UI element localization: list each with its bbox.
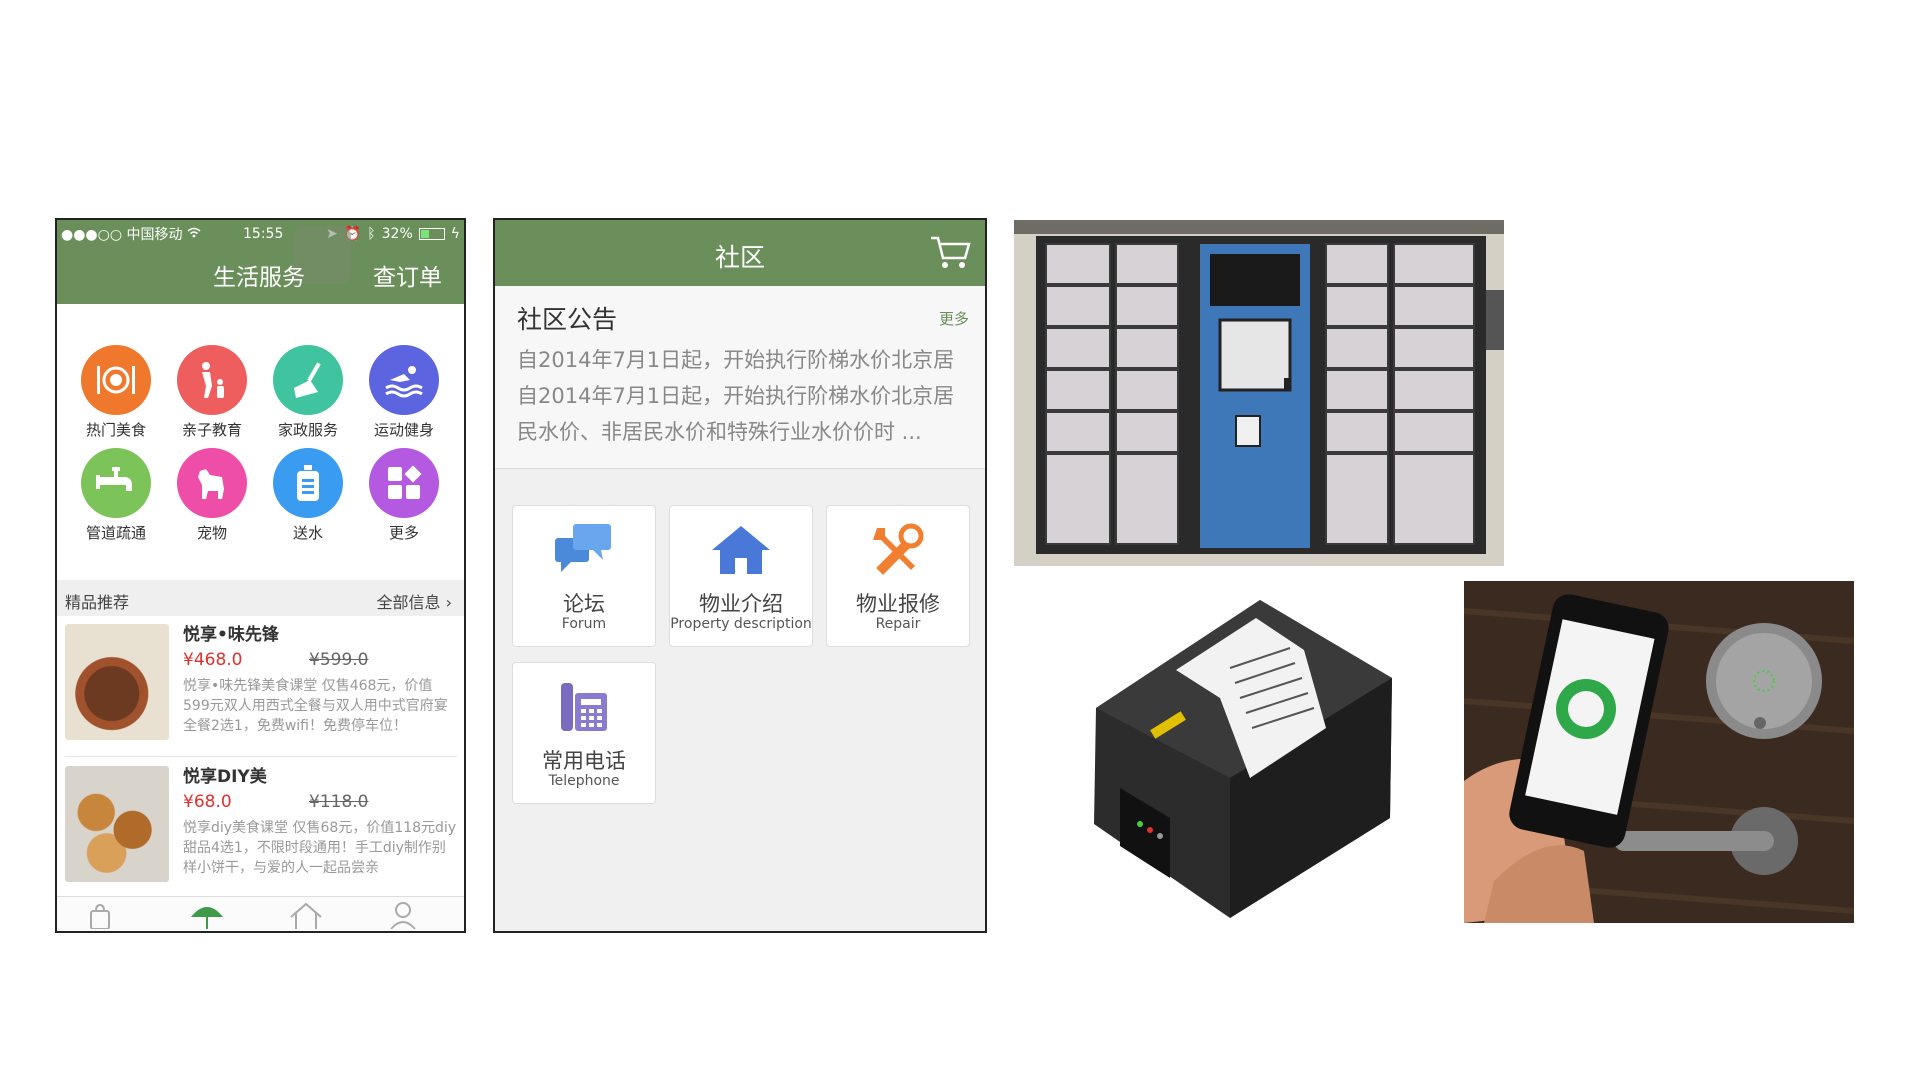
service-label: 亲子教育 [181, 421, 242, 439]
all-info-link[interactable]: 全部信息 › [376, 589, 452, 613]
forum-chat-icon [513, 522, 655, 582]
bluetooth-icon: ᛒ [367, 226, 376, 242]
service-label: 管道疏通 [85, 524, 146, 542]
tile-label-cn: 常用电话 [542, 749, 626, 773]
service-label: 运动健身 [373, 421, 434, 439]
cookies-image [65, 766, 169, 882]
more-link[interactable]: 更多 [939, 308, 969, 329]
service-label: 送水 [292, 524, 323, 542]
tab-shopping-bag-icon[interactable] [87, 903, 113, 931]
service-item-plumbing[interactable]: 管道疏通 [71, 448, 161, 543]
recommend-section-header: 精品推荐 全部信息 › [57, 580, 464, 616]
thermal-receipt-printer-photo [1080, 588, 1400, 928]
steak-dish-image [65, 624, 169, 740]
house-icon [670, 522, 812, 582]
bottom-tab-bar [57, 896, 464, 931]
product-list-item[interactable]: 悦享DIY美 ¥68.0 ¥118.0 悦享diy美食课堂 仅售68元，价值11… [65, 762, 457, 900]
header-bar: ●●●○○ 中国移动 15:55 ➤ ⏰ ᛒ 32% ϟ 生活服务 查订单 [57, 220, 464, 304]
tile-repair[interactable]: 物业报修 Repair [826, 505, 970, 647]
notice-line: 自2014年7月1日起，开始执行阶梯水价北京居 [517, 384, 955, 408]
service-item-pets[interactable]: 宠物 [167, 448, 257, 543]
notice-line: 自2014年7月1日起，开始执行阶梯水价北京居 [517, 348, 955, 372]
faucet-icon [81, 448, 151, 518]
broom-icon [273, 345, 343, 415]
battery-percent: 32% [381, 226, 413, 242]
charging-icon: ϟ [450, 226, 460, 242]
product-name: 悦享•味先锋 [183, 625, 279, 645]
tile-label-en: Property description [670, 616, 812, 632]
water-bottle-icon [273, 448, 343, 518]
tile-label-cn: 论坛 [563, 592, 605, 616]
service-item-food[interactable]: 热门美食 [71, 345, 161, 440]
carrier-label: ●●●○○ 中国移动 [61, 227, 183, 243]
tile-label-en: Forum [561, 616, 607, 632]
telephone-icon [513, 679, 655, 739]
page-title: 生活服务 [213, 265, 305, 291]
notice-line: 民水价、非居民水价和特殊行业水价价时 ... [517, 420, 922, 444]
phone-community-screen: 社区 社区公告 更多 自2014年7月1日起，开始执行阶梯水价北京居 自2014… [493, 218, 987, 933]
parent-child-icon [177, 345, 247, 415]
service-label: 家政服务 [277, 421, 338, 439]
product-price: ¥68.0 [183, 792, 232, 812]
smart-parcel-locker-photo [1014, 220, 1504, 566]
service-label: 更多 [388, 524, 419, 542]
tab-umbrella-icon[interactable] [189, 901, 225, 931]
phone-life-services-screen: ●●●○○ 中国移动 15:55 ➤ ⏰ ᛒ 32% ϟ 生活服务 查订单 热门… [55, 218, 466, 933]
service-item-housekeeping[interactable]: 家政服务 [263, 345, 353, 440]
wifi-icon [187, 226, 201, 242]
tools-icon [827, 522, 969, 582]
tile-label-en: Telephone [548, 773, 620, 789]
tile-label-en: Repair [875, 616, 921, 632]
product-description: 悦享•味先锋美食课堂 仅售468元，价值599元双人用西式全餐与双人用中式官府宴… [183, 678, 448, 734]
tile-label-cn: 物业介绍 [699, 592, 783, 616]
divider [65, 756, 457, 757]
notice-text[interactable]: 自2014年7月1日起，开始执行阶梯水价北京居 自2014年7月1日起，开始执行… [517, 342, 977, 450]
tile-forum[interactable]: 论坛 Forum [512, 505, 656, 647]
community-notice-panel: 社区公告 更多 自2014年7月1日起，开始执行阶梯水价北京居 自2014年7月… [495, 286, 985, 469]
tile-label-cn: 物业报修 [856, 592, 940, 616]
tile-property-description[interactable]: 物业介绍 Property description [669, 505, 813, 647]
service-item-education[interactable]: 亲子教育 [167, 345, 257, 440]
service-label: 宠物 [196, 524, 227, 542]
battery-icon [418, 228, 445, 240]
notice-title: 社区公告 [517, 305, 618, 334]
status-time: 15:55 [243, 226, 284, 242]
service-item-water-delivery[interactable]: 送水 [263, 448, 353, 543]
page-title: 社区 [714, 243, 765, 272]
recommend-title: 精品推荐 [65, 593, 130, 612]
swim-icon [369, 345, 439, 415]
product-original-price: ¥118.0 [309, 792, 369, 812]
tab-home-icon[interactable] [289, 901, 323, 931]
chevron-right-icon: › [445, 593, 452, 612]
product-name: 悦享DIY美 [183, 767, 267, 787]
service-label: 热门美食 [85, 421, 146, 439]
cart-icon[interactable] [929, 234, 971, 274]
product-price: ¥468.0 [183, 650, 243, 670]
check-orders-button[interactable]: 查订单 [373, 258, 442, 292]
tab-user-icon[interactable] [389, 901, 417, 931]
header-bar: 社区 [495, 220, 985, 286]
product-original-price: ¥599.0 [309, 650, 369, 670]
status-bar: ●●●○○ 中国移动 15:55 ➤ ⏰ ᛒ 32% ϟ [61, 224, 460, 244]
service-item-fitness[interactable]: 运动健身 [359, 345, 449, 440]
service-item-more[interactable]: 更多 [359, 448, 449, 543]
smart-door-lock-phone-photo [1464, 581, 1854, 923]
dog-icon [177, 448, 247, 518]
product-description: 悦享diy美食课堂 仅售68元，价值118元diy甜品4选1，不限时段通用！手工… [183, 820, 457, 876]
tile-telephone[interactable]: 常用电话 Telephone [512, 662, 656, 804]
more-grid-icon [369, 448, 439, 518]
product-list-item[interactable]: 悦享•味先锋 ¥468.0 ¥599.0 悦享•味先锋美食课堂 仅售468元，价… [65, 620, 457, 758]
food-icon [81, 345, 151, 415]
